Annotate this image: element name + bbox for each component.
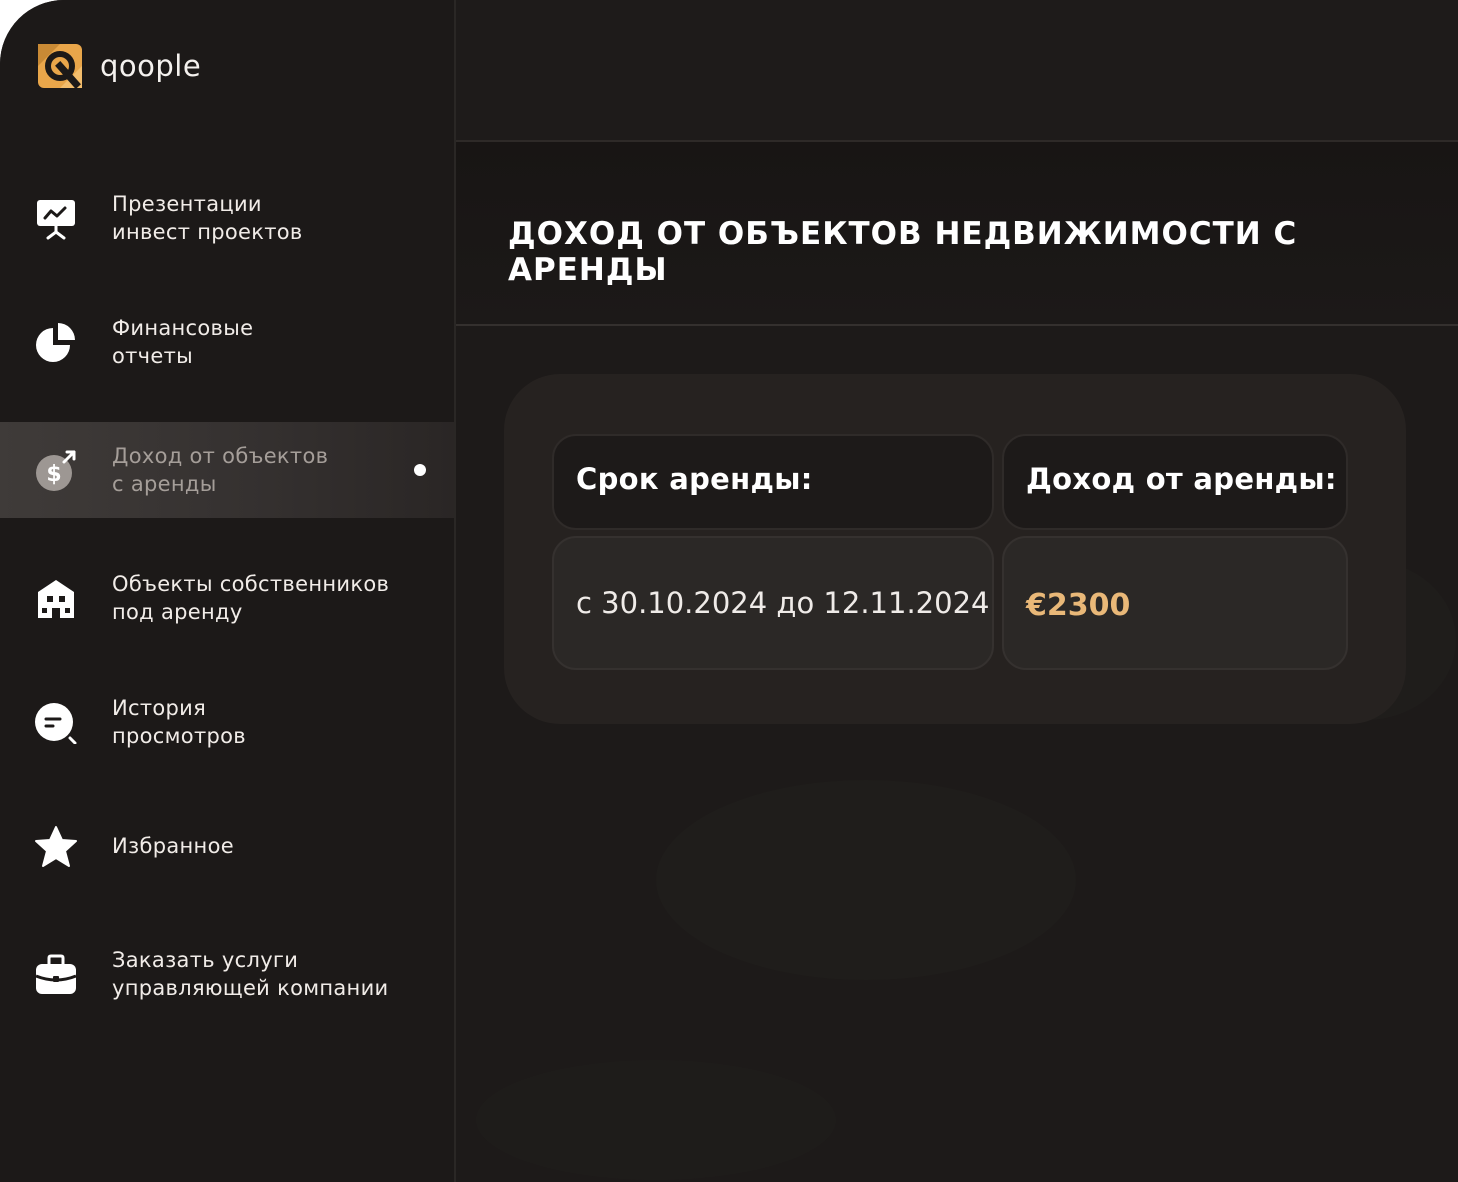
sidebar: qoople Презентации инвест проектов Финан… <box>0 0 456 1182</box>
sidebar-item-order-services[interactable]: Заказать услуги управляющей компании <box>0 926 454 1022</box>
chat-search-icon <box>34 700 78 744</box>
sidebar-item-label: Презентации инвест проектов <box>112 192 303 244</box>
sidebar-item-financial-reports[interactable]: Финансовые отчеты <box>0 294 454 390</box>
sidebar-item-presentations[interactable]: Презентации инвест проектов <box>0 170 454 266</box>
brand-logo[interactable]: qoople <box>36 42 201 90</box>
sidebar-item-favorites[interactable]: Избранное <box>0 812 454 882</box>
background-map-shape <box>656 780 1076 980</box>
briefcase-icon <box>34 952 78 996</box>
presentation-board-icon <box>34 196 78 240</box>
table-cell-period: с 30.10.2024 до 12.11.2024 <box>552 536 994 670</box>
rental-period-value: с 30.10.2024 до 12.11.2024 <box>576 586 990 620</box>
brand-name: qoople <box>100 49 202 83</box>
table-cell-income: €2300 <box>1002 536 1348 670</box>
header-rental-period: Срок аренды: <box>576 462 813 496</box>
table-header-cell: Доход от аренды: <box>1002 434 1348 530</box>
sidebar-item-rental-income[interactable]: $ Доход от объектов с аренды <box>0 422 454 518</box>
dollar-growth-icon: $ <box>34 448 78 492</box>
sidebar-item-label: Избранное <box>112 834 234 858</box>
page-title: ДОХОД ОТ ОБЪЕКТОВ НЕДВИЖИМОСТИ С АРЕНДЫ <box>508 216 1298 288</box>
sidebar-item-label: Заказать услуги управляющей компании <box>112 948 389 1000</box>
main-content: ДОХОД ОТ ОБЪЕКТОВ НЕДВИЖИМОСТИ С АРЕНДЫ … <box>456 0 1458 1182</box>
rental-income-panel: Срок аренды: Доход от аренды: с 30.10.20… <box>504 374 1406 724</box>
star-icon <box>34 825 78 869</box>
qoople-logo-icon <box>36 42 84 90</box>
top-bar <box>456 0 1458 142</box>
page-header-banner: ДОХОД ОТ ОБЪЕКТОВ НЕДВИЖИМОСТИ С АРЕНДЫ <box>456 142 1458 326</box>
rental-income-value: €2300 <box>1026 588 1131 623</box>
header-rental-income: Доход от аренды: <box>1026 462 1337 496</box>
pie-chart-icon <box>34 320 78 364</box>
background-map-shape <box>476 1060 836 1180</box>
building-icon <box>34 576 78 620</box>
active-indicator-dot <box>414 464 426 476</box>
sidebar-item-label: Финансовые отчеты <box>112 316 254 368</box>
sidebar-item-label: История просмотров <box>112 696 246 748</box>
app-window: qoople Презентации инвест проектов Финан… <box>0 0 1458 1182</box>
sidebar-item-view-history[interactable]: История просмотров <box>0 674 454 770</box>
svg-text:$: $ <box>46 462 61 487</box>
sidebar-item-label: Объекты собственников под аренду <box>112 572 390 624</box>
sidebar-item-label: Доход от объектов с аренды <box>112 444 329 496</box>
table-header-cell: Срок аренды: <box>552 434 994 530</box>
sidebar-item-owner-properties[interactable]: Объекты собственников под аренду <box>0 550 454 646</box>
